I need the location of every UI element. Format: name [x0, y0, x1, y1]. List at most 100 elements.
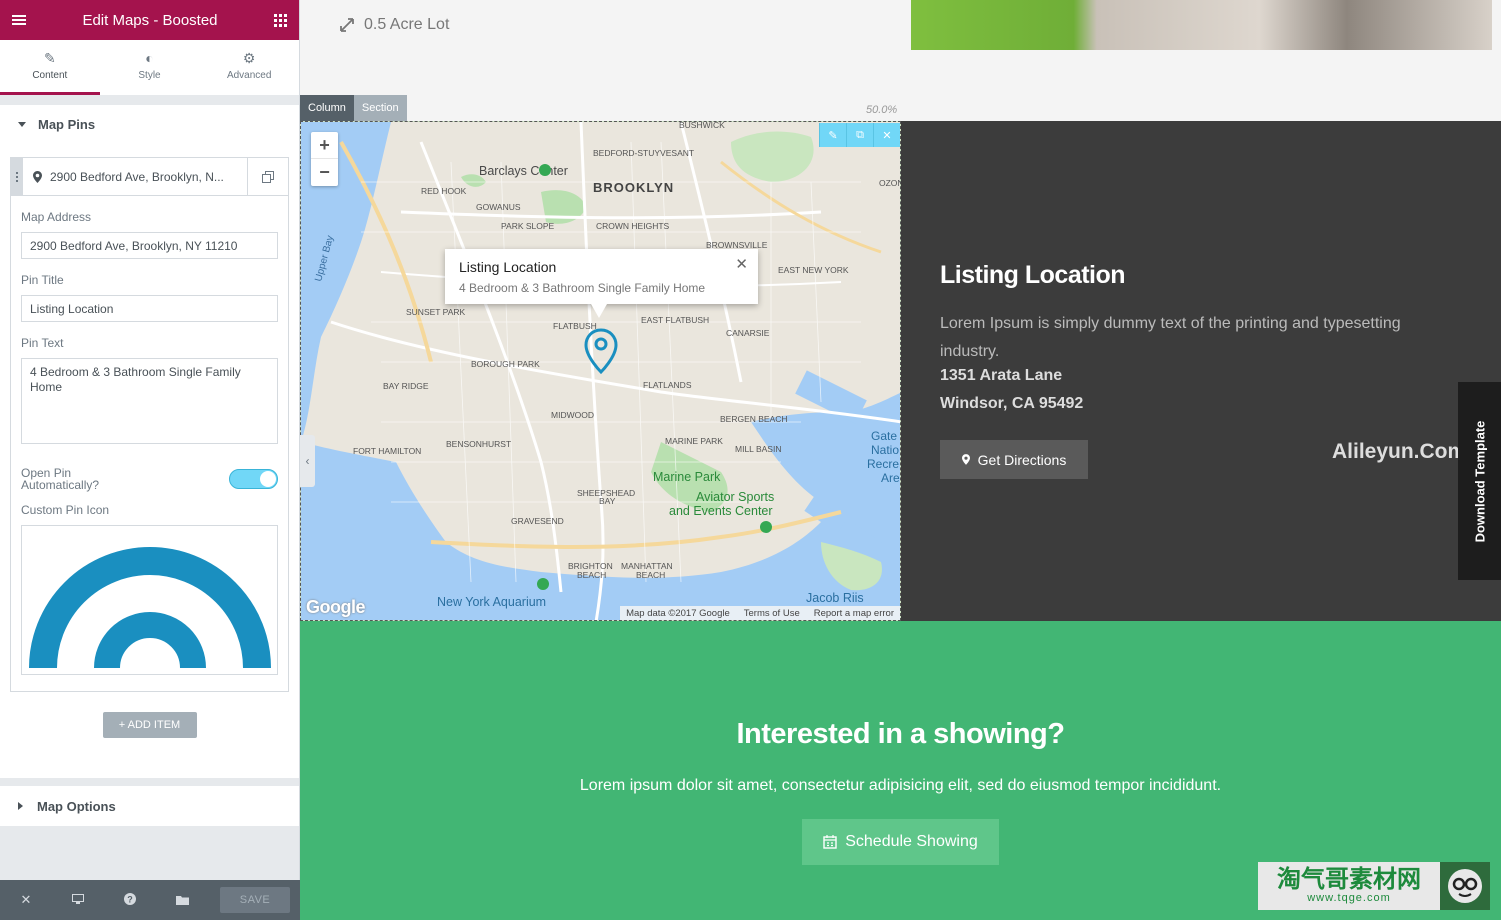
get-directions-button[interactable]: Get Directions: [940, 440, 1088, 479]
cta-text: Lorem ipsum dolor sit amet, consectetur …: [579, 777, 1222, 794]
expand-arrows-icon: [340, 18, 354, 32]
svg-text:BENSONHURST: BENSONHURST: [446, 439, 511, 449]
column-width-indicator: 50.0%: [866, 104, 898, 116]
svg-text:BEACH: BEACH: [636, 570, 665, 580]
svg-text:MILL BASIN: MILL BASIN: [735, 444, 781, 454]
svg-text:BERGEN BEACH: BERGEN BEACH: [720, 414, 788, 424]
remove-column-icon[interactable]: ✕: [873, 123, 900, 147]
lot-size-text: 0.5 Acre Lot: [364, 16, 450, 33]
panel-footer: ✕ ? SAVE: [0, 880, 300, 920]
section-map-pins-toggle[interactable]: Map Pins: [0, 105, 299, 143]
save-button[interactable]: SAVE: [220, 887, 290, 913]
repeater-item-header[interactable]: 2900 Bedford Ave, Brooklyn, N...: [11, 158, 288, 196]
google-map[interactable]: BUSHWICK BEDFORD-STUYVESANT Barclays Cen…: [300, 121, 901, 621]
schedule-showing-label: Schedule Showing: [845, 833, 978, 850]
svg-text:Jacob Riis: Jacob Riis: [806, 591, 864, 605]
section-map-options-toggle[interactable]: Map Options: [0, 786, 299, 826]
listing-location-heading: Listing Location: [940, 261, 1126, 289]
tab-content[interactable]: ✎ Content: [0, 40, 100, 95]
info-window-close-icon[interactable]: ✕: [735, 255, 748, 273]
map-marker-icon: [33, 170, 42, 183]
listing-description: Lorem Ipsum is simply dummy text of the …: [940, 315, 1401, 360]
tab-style[interactable]: ◐ Style: [100, 40, 200, 95]
listing-address-line1: 1351 Arata Lane: [940, 367, 1063, 384]
repeater-item-title-wrap[interactable]: 2900 Bedford Ave, Brooklyn, N...: [23, 158, 247, 195]
responsive-desktop-icon[interactable]: [52, 893, 104, 908]
cta-heading: Interested in a showing?: [736, 718, 1066, 750]
pin-title-label: Pin Title: [21, 273, 64, 287]
pencil-icon: ✎: [43, 50, 56, 66]
panel-title: Edit Maps - Boosted: [82, 11, 218, 29]
help-icon[interactable]: ?: [104, 892, 156, 908]
schedule-showing-button[interactable]: Schedule Showing: [802, 819, 999, 865]
section-handle[interactable]: Section: [353, 95, 407, 121]
watermark-text: Alileyun.Com: [1332, 440, 1467, 463]
svg-text:BEDFORD-STUYVESANT: BEDFORD-STUYVESANT: [593, 148, 694, 158]
custom-pin-icon-label: Custom Pin Icon: [21, 503, 110, 517]
drag-handle-icon[interactable]: [11, 158, 23, 195]
close-icon[interactable]: ✕: [0, 892, 52, 908]
element-handles: Column Section: [300, 95, 407, 121]
svg-text:Are: Are: [881, 471, 900, 485]
widgets-grid-icon[interactable]: [273, 13, 287, 27]
svg-text:New York Aquarium: New York Aquarium: [437, 595, 546, 609]
open-pin-label: Open Pin Automatically?: [21, 466, 100, 492]
svg-text:Barclays Center: Barclays Center: [479, 164, 568, 178]
custom-pin-icon-preview[interactable]: [21, 525, 278, 675]
repeater-item-title: 2900 Bedford Ave, Brooklyn, N...: [50, 169, 224, 184]
svg-text:BROOKLYN: BROOKLYN: [593, 180, 674, 195]
map-address-label: Map Address: [21, 210, 92, 224]
panel-header: Edit Maps - Boosted: [0, 0, 299, 40]
map-data-text: Map data ©2017 Google: [626, 607, 730, 619]
page-preview: 0.5 Acre Lot Column Section 50.0% BUSHWI…: [300, 0, 1501, 920]
section-map-pins-body: 2900 Bedford Ave, Brooklyn, N... Map Add…: [0, 143, 299, 778]
lot-size-row: 0.5 Acre Lot: [340, 16, 449, 34]
report-error-link[interactable]: Report a map error: [814, 608, 894, 619]
pin-text-textarea[interactable]: 4 Bedroom & 3 Bathroom Single Family Hom…: [21, 358, 278, 444]
add-item-button[interactable]: + ADD ITEM: [102, 712, 197, 738]
editor-panel: Edit Maps - Boosted ✎ Content ◐ Style ⚙ …: [0, 0, 300, 920]
edit-column-icon[interactable]: ✎: [819, 123, 846, 147]
map-address-input[interactable]: [21, 232, 278, 259]
zoom-out-button[interactable]: −: [311, 159, 338, 186]
caret-down-icon: [18, 121, 26, 127]
collapse-panel-button[interactable]: ‹: [300, 435, 315, 487]
repeater-item-fields: Map Address Pin Title Pin Text 4 Bedroom…: [11, 196, 288, 691]
svg-text:Recre: Recre: [867, 457, 899, 471]
svg-text:?: ?: [127, 894, 133, 904]
menu-icon[interactable]: [12, 15, 26, 25]
svg-text:BAY RIDGE: BAY RIDGE: [383, 381, 429, 391]
svg-text:CANARSIE: CANARSIE: [726, 328, 770, 338]
open-pin-toggle[interactable]: [229, 469, 278, 489]
map-zoom-controls: + −: [311, 132, 338, 186]
section-map-options-title: Map Options: [37, 798, 116, 814]
svg-text:SUNSET PARK: SUNSET PARK: [406, 307, 466, 317]
map-attribution: Map data ©2017 Google Terms of Use Repor…: [620, 606, 900, 620]
duplicate-icon[interactable]: [247, 158, 288, 195]
svg-text:OZONE: OZONE: [879, 178, 901, 188]
folder-icon[interactable]: [156, 893, 208, 908]
svg-text:and Events Center: and Events Center: [669, 504, 773, 518]
column-handle[interactable]: Column: [300, 95, 354, 121]
column-toolbar: ✎ ⧉ ✕: [819, 123, 900, 147]
map-tiles: BUSHWICK BEDFORD-STUYVESANT Barclays Cen…: [301, 122, 901, 620]
svg-text:MIDWOOD: MIDWOOD: [551, 410, 594, 420]
duplicate-column-icon[interactable]: ⧉: [846, 123, 873, 147]
svg-text:MARINE PARK: MARINE PARK: [665, 436, 723, 446]
svg-text:EAST FLATBUSH: EAST FLATBUSH: [641, 315, 709, 325]
download-template-tab[interactable]: Download Template: [1458, 382, 1501, 580]
tab-style-label: Style: [138, 70, 161, 81]
section-map-pins-title: Map Pins: [38, 116, 96, 132]
get-directions-label: Get Directions: [977, 451, 1067, 468]
terms-link[interactable]: Terms of Use: [744, 608, 800, 619]
google-logo[interactable]: Google: [306, 597, 366, 618]
watermark-badge: 淘气哥素材网 www.tqge.com: [1258, 862, 1490, 910]
svg-text:Gate: Gate: [871, 429, 897, 443]
pin-title-input[interactable]: [21, 295, 278, 322]
repeater-item: 2900 Bedford Ave, Brooklyn, N... Map Add…: [10, 157, 289, 692]
tab-advanced[interactable]: ⚙ Advanced: [199, 40, 299, 95]
svg-text:EAST NEW YORK: EAST NEW YORK: [778, 265, 849, 275]
calendar-icon: [823, 835, 837, 849]
svg-text:Marine Park: Marine Park: [653, 470, 721, 484]
zoom-in-button[interactable]: +: [311, 132, 338, 159]
